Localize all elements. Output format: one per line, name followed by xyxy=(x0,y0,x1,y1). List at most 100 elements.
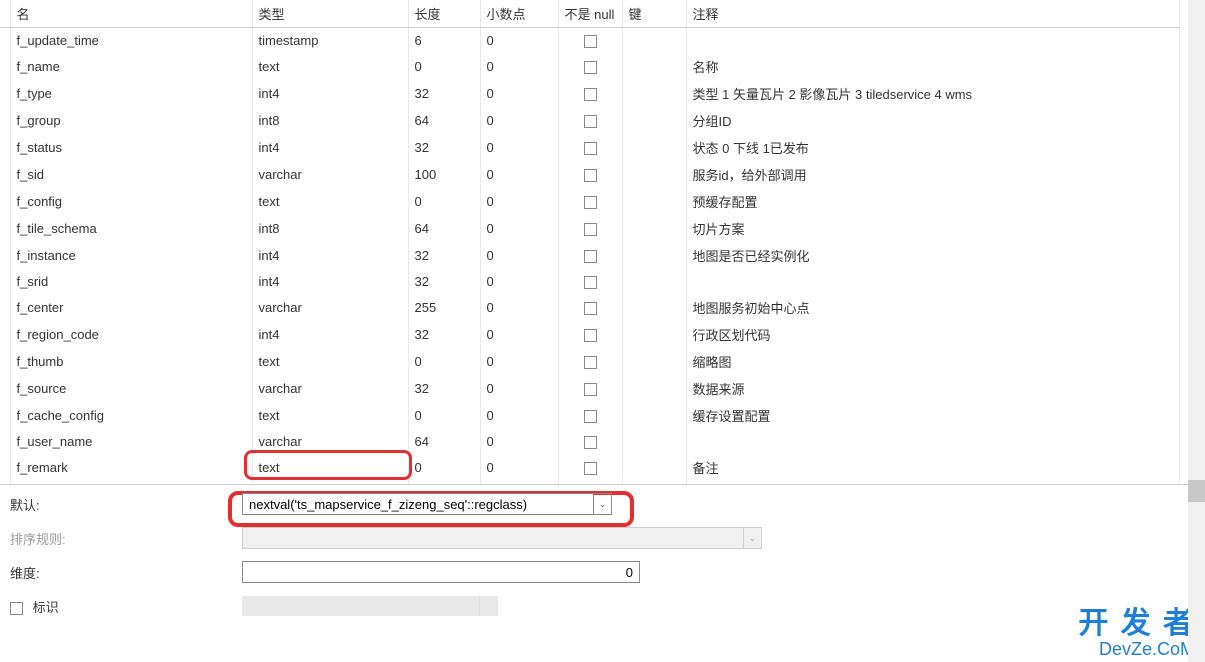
table-row[interactable]: f_thumbtext00缩略图 xyxy=(0,348,1180,375)
not-null-checkbox[interactable] xyxy=(584,88,597,101)
cell-name[interactable]: f_cache_config xyxy=(10,402,252,429)
cell-decimals[interactable]: 0 xyxy=(480,188,558,215)
cell-comment[interactable]: 地图是否已经实例化 xyxy=(686,242,1180,269)
cell-key[interactable] xyxy=(622,375,686,402)
cell-key[interactable] xyxy=(622,80,686,107)
cell-not-null[interactable] xyxy=(558,188,622,215)
not-null-checkbox[interactable] xyxy=(584,436,597,449)
not-null-checkbox[interactable] xyxy=(584,329,597,342)
not-null-checkbox[interactable] xyxy=(584,383,597,396)
not-null-checkbox[interactable] xyxy=(584,196,597,209)
table-row[interactable]: f_centervarchar2550地图服务初始中心点 xyxy=(0,294,1180,321)
cell-name[interactable]: f_group xyxy=(10,107,252,134)
cell-name[interactable]: f_source xyxy=(10,375,252,402)
cell-length[interactable]: 6 xyxy=(408,28,480,53)
not-null-checkbox[interactable] xyxy=(584,169,597,182)
cell-decimals[interactable]: 0 xyxy=(480,429,558,454)
cell-decimals[interactable]: 0 xyxy=(480,454,558,481)
cell-length[interactable]: 64 xyxy=(408,429,480,454)
table-row[interactable]: f_region_codeint4320行政区划代码 xyxy=(0,321,1180,348)
cell-not-null[interactable] xyxy=(558,375,622,402)
cell-decimals[interactable]: 0 xyxy=(480,294,558,321)
cell-type[interactable]: int8 xyxy=(252,107,408,134)
header-name[interactable]: 名 xyxy=(10,0,252,28)
cell-comment[interactable]: 分组ID xyxy=(686,107,1180,134)
cell-not-null[interactable] xyxy=(558,348,622,375)
cell-comment[interactable]: 切片方案 xyxy=(686,215,1180,242)
cell-comment[interactable]: 服务id，给外部调用 xyxy=(686,161,1180,188)
table-row[interactable]: f_nametext00名称 xyxy=(0,53,1180,80)
cell-type[interactable]: int4 xyxy=(252,242,408,269)
cell-not-null[interactable] xyxy=(558,107,622,134)
header-decimals[interactable]: 小数点 xyxy=(480,0,558,28)
cell-key[interactable] xyxy=(622,269,686,294)
not-null-checkbox[interactable] xyxy=(584,35,597,48)
cell-type[interactable]: text xyxy=(252,188,408,215)
cell-length[interactable]: 32 xyxy=(408,242,480,269)
cell-decimals[interactable]: 0 xyxy=(480,53,558,80)
table-row[interactable]: f_groupint8640分组ID xyxy=(0,107,1180,134)
not-null-checkbox[interactable] xyxy=(584,142,597,155)
cell-type[interactable]: int4 xyxy=(252,80,408,107)
cell-key[interactable] xyxy=(622,134,686,161)
cell-decimals[interactable]: 0 xyxy=(480,402,558,429)
cell-decimals[interactable]: 0 xyxy=(480,80,558,107)
cell-key[interactable] xyxy=(622,321,686,348)
header-key[interactable]: 键 xyxy=(622,0,686,28)
cell-comment[interactable]: 类型 1 矢量瓦片 2 影像瓦片 3 tiledservice 4 wms xyxy=(686,80,1180,107)
cell-name[interactable]: f_tile_schema xyxy=(10,215,252,242)
cell-comment[interactable]: 备注 xyxy=(686,454,1180,481)
cell-key[interactable] xyxy=(622,348,686,375)
cell-type[interactable]: varchar xyxy=(252,161,408,188)
cell-key[interactable] xyxy=(622,454,686,481)
cell-length[interactable]: 100 xyxy=(408,161,480,188)
cell-type[interactable]: text xyxy=(252,402,408,429)
cell-key[interactable] xyxy=(622,215,686,242)
dimension-input[interactable] xyxy=(242,561,640,583)
cell-length[interactable]: 64 xyxy=(408,215,480,242)
cell-key[interactable] xyxy=(622,161,686,188)
cell-not-null[interactable] xyxy=(558,80,622,107)
cell-type[interactable]: text xyxy=(252,348,408,375)
table-row[interactable]: f_instanceint4320地图是否已经实例化 xyxy=(0,242,1180,269)
cell-name[interactable]: f_instance xyxy=(10,242,252,269)
cell-key[interactable] xyxy=(622,294,686,321)
cell-comment[interactable] xyxy=(686,429,1180,454)
cell-name[interactable]: f_sid xyxy=(10,161,252,188)
table-row[interactable]: f_tile_schemaint8640切片方案 xyxy=(0,215,1180,242)
cell-name[interactable]: f_region_code xyxy=(10,321,252,348)
cell-length[interactable]: 255 xyxy=(408,294,480,321)
cell-length[interactable]: 32 xyxy=(408,375,480,402)
cell-not-null[interactable] xyxy=(558,53,622,80)
cell-key[interactable] xyxy=(622,188,686,215)
cell-length[interactable]: 32 xyxy=(408,134,480,161)
not-null-checkbox[interactable] xyxy=(584,302,597,315)
cell-type[interactable]: text xyxy=(252,454,408,481)
not-null-checkbox[interactable] xyxy=(584,356,597,369)
cell-key[interactable] xyxy=(622,53,686,80)
not-null-checkbox[interactable] xyxy=(584,115,597,128)
dropdown-arrow-icon[interactable]: ⌄ xyxy=(594,493,612,515)
cell-length[interactable]: 32 xyxy=(408,269,480,294)
main-scrollbar[interactable] xyxy=(1188,0,1205,662)
cell-not-null[interactable] xyxy=(558,321,622,348)
cell-not-null[interactable] xyxy=(558,429,622,454)
cell-comment[interactable] xyxy=(686,28,1180,53)
cell-name[interactable]: f_srid xyxy=(10,269,252,294)
cell-decimals[interactable]: 0 xyxy=(480,375,558,402)
table-row[interactable]: f_sidvarchar1000服务id，给外部调用 xyxy=(0,161,1180,188)
cell-key[interactable] xyxy=(622,28,686,53)
cell-key[interactable] xyxy=(622,402,686,429)
cell-not-null[interactable] xyxy=(558,134,622,161)
table-row[interactable]: f_sourcevarchar320数据来源 xyxy=(0,375,1180,402)
cell-name[interactable]: f_type xyxy=(10,80,252,107)
identity-checkbox[interactable] xyxy=(10,602,23,615)
table-row[interactable]: f_cache_configtext00缓存设置配置 xyxy=(0,402,1180,429)
header-type[interactable]: 类型 xyxy=(252,0,408,28)
cell-type[interactable]: varchar xyxy=(252,375,408,402)
table-row[interactable]: f_update_timetimestamp60 xyxy=(0,28,1180,53)
cell-length[interactable]: 32 xyxy=(408,80,480,107)
not-null-checkbox[interactable] xyxy=(584,223,597,236)
cell-length[interactable]: 0 xyxy=(408,402,480,429)
not-null-checkbox[interactable] xyxy=(584,410,597,423)
